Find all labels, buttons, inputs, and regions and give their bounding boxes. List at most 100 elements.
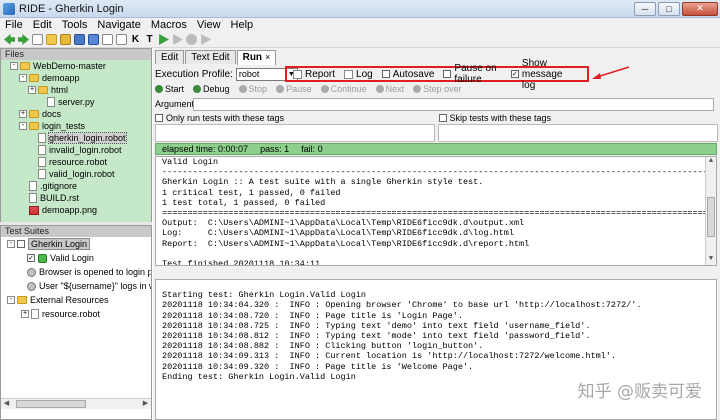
option-autosave[interactable]: Autosave [381, 69, 434, 80]
forward-arrow-icon[interactable] [18, 34, 29, 45]
arguments-input[interactable] [193, 97, 714, 111]
collapse-icon[interactable]: - [10, 62, 18, 70]
files-tree-label[interactable]: docs [42, 109, 61, 119]
suites-horizontal-scrollbar[interactable]: ◀ ▶ [1, 398, 151, 409]
files-tree-item[interactable]: valid_login.robot [1, 168, 151, 180]
files-tree-label[interactable]: .gitignore [40, 181, 77, 191]
resource-row[interactable]: + resource.robot [1, 307, 151, 321]
test-row-valid-login[interactable]: ✓ Valid Login [1, 251, 151, 265]
output-scrollbar[interactable]: ▲ ▼ [705, 157, 716, 265]
start-button[interactable]: Start [155, 84, 184, 94]
collapse-icon[interactable]: - [7, 296, 15, 304]
only-run-tags[interactable]: Only run tests with these tags [153, 112, 437, 124]
open-resource-icon[interactable] [102, 34, 113, 45]
test-checkbox[interactable]: ✓ [27, 254, 35, 262]
files-tree-item[interactable]: - WebDemo-master [1, 60, 151, 72]
test-label[interactable]: Valid Login [50, 253, 94, 263]
expand-icon[interactable]: + [19, 110, 27, 118]
external-resources-label[interactable]: External Resources [30, 295, 109, 305]
scroll-thumb[interactable] [16, 400, 86, 408]
step-icon[interactable] [173, 34, 183, 45]
keyword-label[interactable]: Browser is opened to login p [39, 267, 151, 277]
keyword-row-browser[interactable]: Browser is opened to login p [1, 265, 151, 279]
keyword-row-user[interactable]: User "${username}" logs in w [1, 279, 151, 293]
option-checkbox[interactable] [381, 70, 390, 78]
debug-button[interactable]: Debug [193, 84, 230, 94]
files-tree-label[interactable]: server.py [58, 97, 95, 107]
option-checkbox[interactable]: ✓ [510, 70, 519, 78]
menu-navigate[interactable]: Navigate [92, 19, 145, 31]
new-resource-icon[interactable] [116, 34, 127, 45]
option-checkbox[interactable] [443, 70, 452, 78]
files-tree-item[interactable]: + html [1, 84, 151, 96]
menu-macros[interactable]: Macros [146, 19, 192, 31]
files-tree-item[interactable]: demoapp.png [1, 204, 151, 216]
collapse-icon[interactable]: - [19, 122, 27, 130]
files-tree-label[interactable]: valid_login.robot [49, 169, 115, 179]
menu-view[interactable]: View [192, 19, 226, 31]
stop-button[interactable]: Stop [238, 84, 267, 94]
console-output[interactable]: ▲ ▼ Valid Login -------------------------… [155, 156, 717, 266]
files-tree-item[interactable]: - login_tests [1, 120, 151, 132]
files-tree-label[interactable]: gherkin_login.robot [48, 132, 127, 144]
option-report[interactable]: Report [293, 69, 335, 80]
search-keywords-icon[interactable]: K [130, 34, 141, 45]
close-tab-icon[interactable]: × [265, 52, 270, 62]
files-tree-label[interactable]: BUILD.rst [40, 193, 79, 203]
exclude-tags-input[interactable] [438, 124, 718, 142]
collapse-icon[interactable]: - [7, 240, 15, 248]
run-icon[interactable] [159, 34, 169, 45]
files-tree-item[interactable]: resource.robot [1, 156, 151, 168]
new-project-icon[interactable] [32, 34, 43, 45]
expand-icon[interactable]: + [28, 86, 36, 94]
save-all-icon[interactable] [88, 34, 99, 45]
files-tree-label[interactable]: demoapp.png [42, 205, 97, 215]
files-tree-item[interactable]: server.py [1, 96, 151, 108]
next-icon[interactable] [201, 34, 211, 45]
menu-file[interactable]: File [0, 19, 28, 31]
only-run-checkbox[interactable] [155, 114, 163, 122]
files-tree-item[interactable]: gherkin_login.robot [1, 132, 151, 144]
suite-checkbox[interactable] [17, 240, 25, 248]
expand-icon[interactable]: + [21, 310, 29, 318]
files-tree-label[interactable]: resource.robot [49, 157, 107, 167]
suite-label[interactable]: Gherkin Login [28, 238, 91, 250]
scroll-down-icon[interactable]: ▼ [706, 255, 716, 265]
files-tree-label[interactable]: login_tests [42, 121, 85, 131]
files-tree-label[interactable]: WebDemo-master [33, 61, 106, 71]
menu-tools[interactable]: Tools [57, 19, 93, 31]
scroll-right-icon[interactable]: ▶ [140, 399, 151, 409]
files-tree-item[interactable]: BUILD.rst [1, 192, 151, 204]
tab-text-edit[interactable]: Text Edit [185, 50, 236, 64]
external-resources-row[interactable]: - External Resources [1, 293, 151, 307]
stop-icon[interactable] [186, 34, 197, 45]
save-icon[interactable] [74, 34, 85, 45]
scroll-thumb[interactable] [707, 197, 715, 237]
next-button[interactable]: Next [375, 84, 404, 94]
open-folder-icon[interactable] [46, 34, 57, 45]
files-tree-label[interactable]: demoapp [42, 73, 80, 83]
files-tree-item[interactable]: + docs [1, 108, 151, 120]
menu-help[interactable]: Help [226, 19, 259, 31]
back-arrow-icon[interactable] [4, 34, 15, 45]
option-log[interactable]: Log [344, 69, 373, 80]
pause-button[interactable]: Pause [276, 84, 312, 94]
close-window-button[interactable]: ✕ [682, 1, 718, 16]
open-directory-icon[interactable] [60, 34, 71, 45]
scroll-left-icon[interactable]: ◀ [1, 399, 12, 409]
maximize-button[interactable]: □ [658, 1, 680, 16]
files-tree-label[interactable]: html [51, 85, 68, 95]
continue-button[interactable]: Continue [320, 84, 367, 94]
keyword-label[interactable]: User "${username}" logs in w [39, 281, 151, 291]
text-icon[interactable]: T [144, 34, 155, 45]
files-tree-item[interactable]: invalid_login.robot [1, 144, 151, 156]
skip-checkbox[interactable] [438, 114, 447, 122]
skip-tags[interactable]: Skip tests with these tags [437, 112, 720, 124]
menu-edit[interactable]: Edit [28, 19, 57, 31]
scroll-up-icon[interactable]: ▲ [706, 157, 716, 167]
step-over-button[interactable]: Step over [413, 84, 462, 94]
tab-edit[interactable]: Edit [155, 50, 185, 64]
include-tags-input[interactable] [155, 124, 435, 142]
files-tree-item[interactable]: - demoapp [1, 72, 151, 84]
minimize-button[interactable]: ─ [634, 1, 656, 16]
